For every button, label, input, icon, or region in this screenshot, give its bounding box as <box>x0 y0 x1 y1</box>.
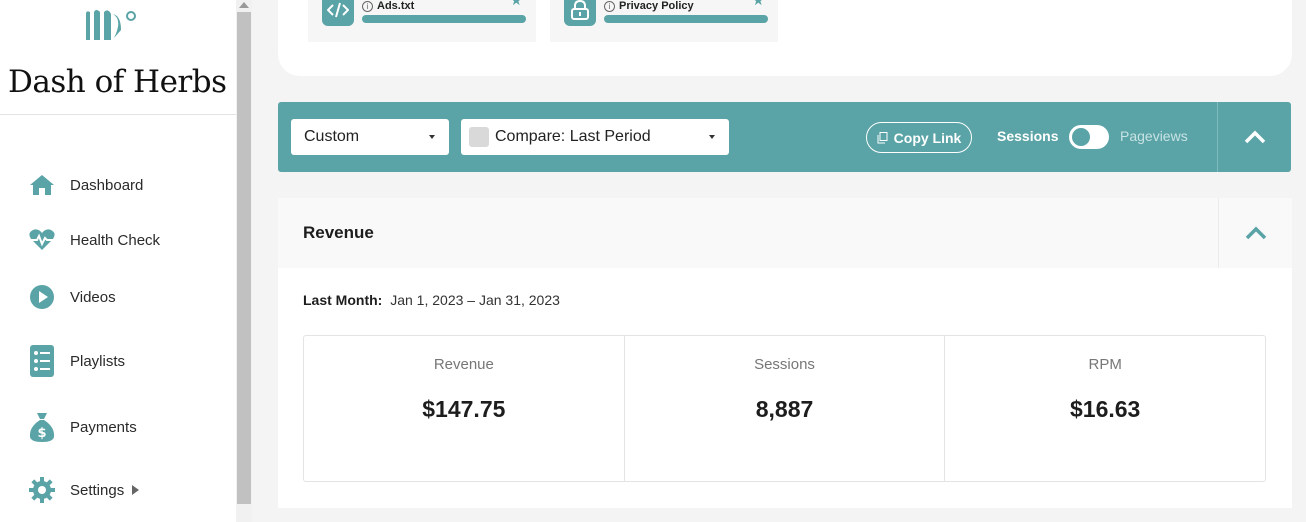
sidebar: Dash of Herbs Dashboard Health Check Vid… <box>0 0 236 522</box>
tool-progress-bar <box>362 15 526 23</box>
stats-grid: Revenue $147.75 Sessions 8,887 RPM $16.6… <box>303 335 1266 482</box>
period-text: Last Month: Jan 1, 2023 – Jan 31, 2023 <box>303 292 560 308</box>
heartbeat-icon <box>28 226 56 254</box>
compare-value: Compare: Last Period <box>495 128 651 145</box>
list-icon <box>28 345 56 377</box>
copy-link-button[interactable]: Copy Link <box>866 122 972 153</box>
tool-tile-privacy-policy[interactable]: i Privacy Policy ★ <box>550 0 778 42</box>
herb-logo-icon <box>86 10 136 41</box>
chevron-down-icon <box>429 135 435 139</box>
stat-label: Sessions <box>754 356 815 373</box>
compare-select[interactable]: Compare: Last Period <box>461 119 729 155</box>
caret-right-icon <box>132 485 140 495</box>
stat-label: Revenue <box>433 356 494 373</box>
chevron-up-icon <box>1245 226 1266 240</box>
tool-tile-ads-txt[interactable]: i Ads.txt ★ <box>308 0 536 42</box>
chevron-down-icon <box>709 135 715 139</box>
stat-value: $16.63 <box>1070 396 1141 422</box>
revenue-header: Revenue <box>278 198 1292 268</box>
stat-rpm: RPM $16.63 <box>945 336 1265 481</box>
play-icon <box>28 283 56 311</box>
scroll-thumb[interactable] <box>237 12 251 504</box>
revenue-card: Revenue Last Month: Jan 1, 2023 – Jan 31… <box>278 198 1292 508</box>
code-icon <box>322 0 354 26</box>
info-icon[interactable]: i <box>362 0 373 12</box>
filter-bar: Custom Compare: Last Period Copy Link Se… <box>278 102 1291 172</box>
tools-card: i Ads.txt ★ i Privacy Policy ★ <box>278 0 1292 76</box>
date-range-select[interactable]: Custom <box>291 119 449 155</box>
color-swatch <box>469 127 489 147</box>
tool-label: Ads.txt <box>377 0 415 12</box>
home-icon <box>28 171 56 199</box>
stat-value: $147.75 <box>422 396 506 422</box>
stat-revenue: Revenue $147.75 <box>304 336 625 481</box>
sidebar-item-label: Dashboard <box>70 176 144 194</box>
sidebar-item-label: Payments <box>70 418 137 436</box>
sidebar-item-dashboard[interactable]: Dashboard <box>0 165 236 205</box>
sidebar-item-videos[interactable]: Videos <box>0 277 236 317</box>
toggle-label-pageviews: Pageviews <box>1120 128 1188 144</box>
sidebar-item-settings[interactable]: Settings <box>0 470 236 510</box>
collapse-revenue-button[interactable] <box>1218 198 1292 268</box>
stat-sessions: Sessions 8,887 <box>625 336 946 481</box>
sidebar-item-payments[interactable]: $ Payments <box>0 407 236 447</box>
sidebar-scrollbar[interactable] <box>236 0 252 522</box>
divider <box>0 114 236 115</box>
sidebar-item-label: Playlists <box>70 352 126 370</box>
sidebar-item-label: Videos <box>70 288 116 306</box>
copy-icon <box>877 131 888 143</box>
sidebar-item-label: Settings <box>70 481 125 499</box>
copy-link-label: Copy Link <box>893 129 962 146</box>
star-icon[interactable]: ★ <box>510 0 523 9</box>
sidebar-item-health-check[interactable]: Health Check <box>0 220 236 260</box>
star-icon[interactable]: ★ <box>752 0 765 9</box>
revenue-title: Revenue <box>303 223 374 242</box>
chevron-up-icon <box>1244 130 1265 144</box>
sidebar-item-playlists[interactable]: Playlists <box>0 341 236 381</box>
scroll-up-arrow-icon[interactable] <box>239 2 249 8</box>
period-label: Last Month: <box>303 292 383 308</box>
sessions-pageviews-toggle[interactable] <box>1069 125 1109 149</box>
brand-name: Dash of Herbs <box>8 64 227 100</box>
toggle-label-sessions: Sessions <box>997 128 1059 144</box>
toggle-knob <box>1072 128 1090 146</box>
lock-icon <box>564 0 596 26</box>
sidebar-item-label: Health Check <box>70 231 161 249</box>
collapse-filters-button[interactable] <box>1217 102 1291 172</box>
tool-progress-bar <box>604 15 768 23</box>
svg-text:$: $ <box>37 426 46 441</box>
period-range: Jan 1, 2023 – Jan 31, 2023 <box>390 292 560 308</box>
gear-icon <box>28 476 56 504</box>
info-icon[interactable]: i <box>604 0 615 12</box>
tool-label: Privacy Policy <box>619 0 694 12</box>
date-range-value: Custom <box>304 128 360 145</box>
stat-label: RPM <box>1088 356 1122 373</box>
stat-value: 8,887 <box>755 396 814 422</box>
money-bag-icon: $ <box>28 413 56 442</box>
